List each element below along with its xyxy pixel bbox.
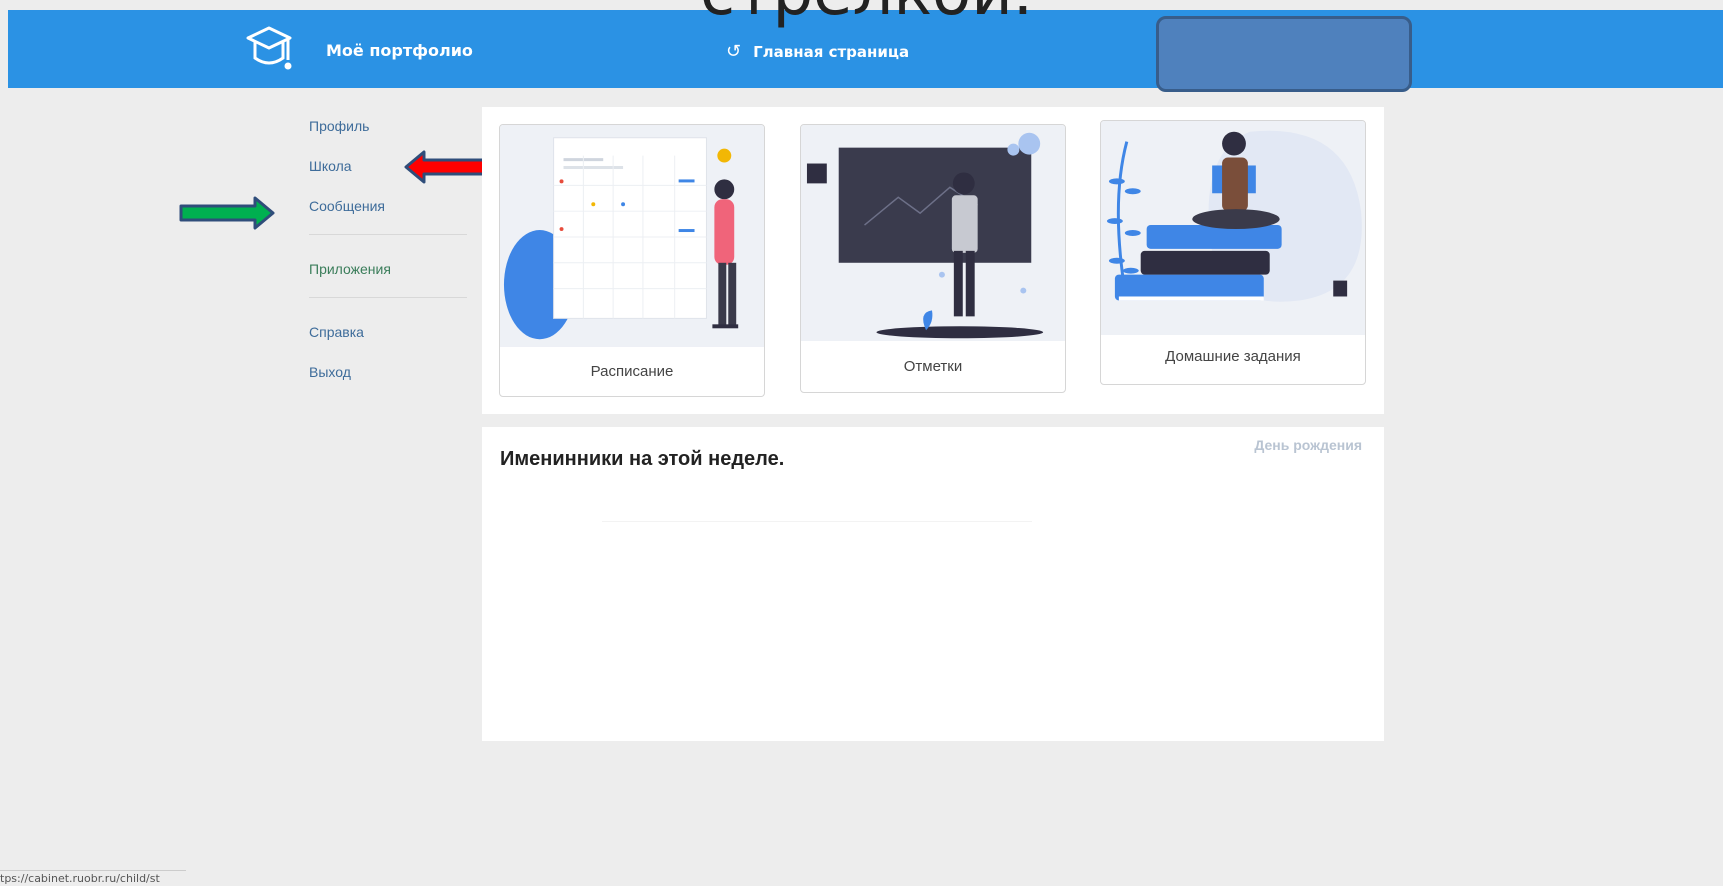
status-bar-url: tps://cabinet.ruobr.ru/child/st — [0, 870, 186, 886]
brand-title[interactable]: Моё портфолио — [326, 41, 473, 60]
birthdays-title: Именинники на этой неделе. — [500, 448, 785, 470]
schedule-card[interactable]: Расписание — [499, 124, 765, 397]
schedule-card-label: Расписание — [590, 363, 674, 380]
birthday-tag[interactable]: День рождения — [1254, 437, 1362, 453]
grades-card-label: Отметки — [903, 358, 963, 375]
green-arrow-right-icon — [179, 196, 275, 230]
birthdays-panel: Именинники на этой неделе. День рождения — [482, 427, 1384, 741]
homework-card[interactable]: Домашние задания — [1100, 120, 1366, 385]
birthdays-placeholder-line — [602, 521, 1032, 522]
sidebar-divider — [309, 297, 467, 298]
home-page-label: Главная страница — [753, 42, 910, 61]
sidebar-divider — [309, 234, 467, 235]
graduation-cap-icon[interactable] — [244, 24, 294, 76]
sidebar-item-logout[interactable]: Выход — [309, 364, 469, 381]
refresh-icon: ↺ — [726, 41, 742, 62]
sidebar-item-help[interactable]: Справка — [309, 324, 469, 341]
redacted-user-box — [1156, 16, 1412, 92]
home-page-link[interactable]: ↺ Главная страница — [726, 41, 909, 62]
grades-card[interactable]: Отметки — [800, 124, 1066, 393]
homework-illustration — [1101, 121, 1365, 335]
sidebar-item-messages[interactable]: Сообщения — [309, 198, 469, 215]
slide-overlay-text: стрелкой. — [700, 0, 1033, 30]
sidebar-item-apps[interactable]: Приложения — [309, 261, 469, 278]
sidebar-item-profile[interactable]: Профиль — [309, 118, 469, 135]
homework-card-label: Домашние задания — [1165, 348, 1301, 365]
schedule-illustration — [500, 125, 764, 347]
grades-illustration — [801, 125, 1065, 341]
